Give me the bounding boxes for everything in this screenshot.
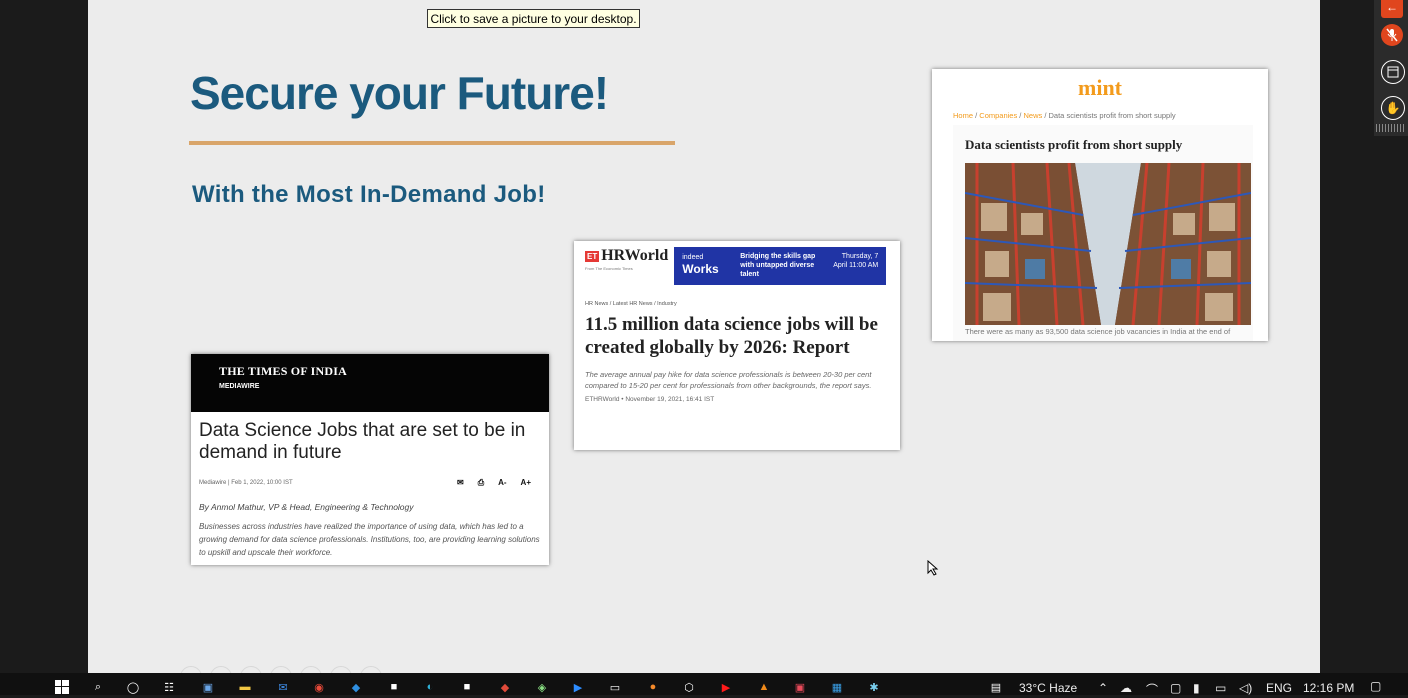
youtube-icon[interactable]: ▶ [718,679,734,695]
raise-hand-icon[interactable]: ✋ [1381,96,1405,120]
task-view-icon[interactable]: ☷ [161,679,177,695]
onedrive-icon[interactable]: ☁ [1120,681,1132,695]
left-letterbox [0,0,88,673]
et-badge: ET [585,250,600,262]
toi-toolbar: ✉ ⎙ A- A+ [457,478,531,488]
virtualbox-icon[interactable]: ⬡ [681,679,697,695]
vscode-icon[interactable]: ◆ [348,679,364,695]
mint-logo: mint [1078,75,1122,100]
git-icon[interactable]: ◆ [497,679,513,695]
cortana-icon[interactable]: ◯ [125,679,141,695]
nav-button[interactable] [270,666,292,673]
toi-body: Businesses across industries have realiz… [199,522,540,557]
intellij-icon[interactable]: ■ [459,679,475,695]
nav-button[interactable] [360,666,382,673]
hrworld-article-card: ET HRWorld From The Economic Times indee… [574,241,900,450]
microphone-icon[interactable]: ▮ [1193,681,1200,695]
file-explorer-icon[interactable]: ▬ [237,679,253,695]
pycharm-icon[interactable]: ■ [386,679,402,695]
hrworld-from: From The Economic Times [585,266,633,271]
volume-icon[interactable]: ◁) [1239,681,1252,695]
news-widget-icon[interactable]: ▤ [988,679,1004,695]
notification-icon[interactable]: ▢ [1370,679,1381,693]
email-icon: ✉ [456,478,464,487]
mic-muted-icon[interactable] [1381,24,1403,46]
slide-title: Secure your Future! [190,67,609,119]
font-decrease-icon: A- [498,478,507,487]
mint-caption: There were as many as 93,500 data scienc… [965,327,1231,336]
wifi-icon[interactable]: ⌒ [1146,681,1158,698]
hrworld-headline: 11.5 million data science jobs will be c… [585,314,878,358]
warehouse-image [965,163,1251,325]
ad-brand: Works [682,262,719,276]
crumb-news: News [1023,111,1043,120]
toi-sublogo: MEDIAWIRE [219,383,260,390]
toi-logo: THE TIMES OF INDIA [219,364,347,378]
firefox-icon[interactable]: ● [645,679,661,695]
back-arrow-icon[interactable]: ← [1381,0,1403,18]
crumb-companies: Companies [979,111,1018,120]
snipping-tool-icon[interactable]: ▣ [792,679,808,695]
mint-article-card: mint Home / Companies / News / Data scie… [932,69,1268,341]
indeed-ad-banner: indeed Works Bridging the skills gap wit… [674,247,887,285]
zoom-icon[interactable]: ▶ [570,679,586,695]
meet-now-icon[interactable]: ▢ [1170,681,1181,695]
hrworld-name: HRWorld [601,247,669,264]
nav-button[interactable] [180,666,202,673]
dev-tool-icon[interactable]: ◈ [534,679,550,695]
app-icon[interactable]: ▣ [200,679,216,695]
slide-navigation[interactable] [180,666,382,673]
mint-headline: Data scientists profit from short supply [965,137,1183,152]
toi-article-card: THE TIMES OF INDIA MEDIAWIRE Data Scienc… [191,354,549,565]
chrome-icon[interactable]: ◉ [311,679,327,695]
toi-headline: Data Science Jobs that are set to be in … [199,420,526,463]
font-increase-icon: A+ [520,478,531,487]
print-icon: ⎙ [477,478,485,487]
hrworld-breadcrumb: HR News / Latest HR News / Industry [585,301,677,307]
ad-brand-small: indeed [682,254,704,261]
meeting-toolbar: ← ✋ [1374,0,1408,136]
edge-icon[interactable]: ◐ [422,679,438,695]
mint-breadcrumb: Home / Companies / News / Data scientist… [953,111,1176,120]
toi-byline: By Anmol Mathur, VP & Head, Engineering … [199,502,414,512]
store-icon[interactable]: ▦ [829,679,845,695]
nav-button[interactable] [300,666,322,673]
presentation-slide: Secure your Future! With the Most In-Dem… [88,0,1320,673]
ad-text: Bridging the skills gap with untapped di… [740,253,816,278]
nav-button[interactable] [240,666,262,673]
battery-icon[interactable]: ▭ [1215,681,1226,695]
slide-subtitle: With the Most In-Demand Job! [192,181,546,208]
windows-start-icon[interactable] [54,679,70,695]
title-underline [189,141,675,145]
crumb-home: Home [953,111,974,120]
hrworld-footer: ETHRWorld • November 19, 2021, 16:41 IST [585,396,715,403]
toi-header: THE TIMES OF INDIA MEDIAWIRE [191,354,549,412]
search-icon[interactable]: ⌕ [90,679,106,695]
nav-button[interactable] [210,666,232,673]
settings-gear-icon[interactable]: ✱ [866,679,882,695]
tray-expand-icon[interactable]: ⌃ [1098,681,1108,695]
toi-meta: Mediawire | Feb 1, 2022, 10:00 IST [199,480,293,486]
mail-icon[interactable]: ✉ [275,679,291,695]
hrworld-body: The average annual pay hike for data sci… [585,370,872,390]
save-picture-tooltip: Click to save a picture to your desktop. [427,9,640,28]
mouse-cursor-icon [927,560,939,576]
language-indicator[interactable]: ENG [1266,681,1292,695]
crumb-current: Data scientists profit from short supply [1048,111,1176,120]
window-icon[interactable] [1381,60,1405,84]
vlc-icon[interactable]: ▲ [756,679,772,695]
toolbar-grip[interactable] [1376,124,1406,132]
hrworld-logo: ET HRWorld From The Economic Times [585,247,668,271]
ad-date: Thursday, 7 April 11:00 AM [833,253,879,269]
nav-button[interactable] [330,666,352,673]
clock[interactable]: 12:16 PM [1303,681,1354,695]
windows-taskbar: ⌕ ◯ ☷ ▣ ▬ ✉ ◉ ◆ ■ ◐ ■ ◆ ◈ ▶ ▭ ● ⬡ ▶ ▲ ▣ … [0,673,1408,698]
terminal-icon[interactable]: ▭ [607,679,623,695]
weather-text[interactable]: 33°C Haze [1019,681,1077,695]
